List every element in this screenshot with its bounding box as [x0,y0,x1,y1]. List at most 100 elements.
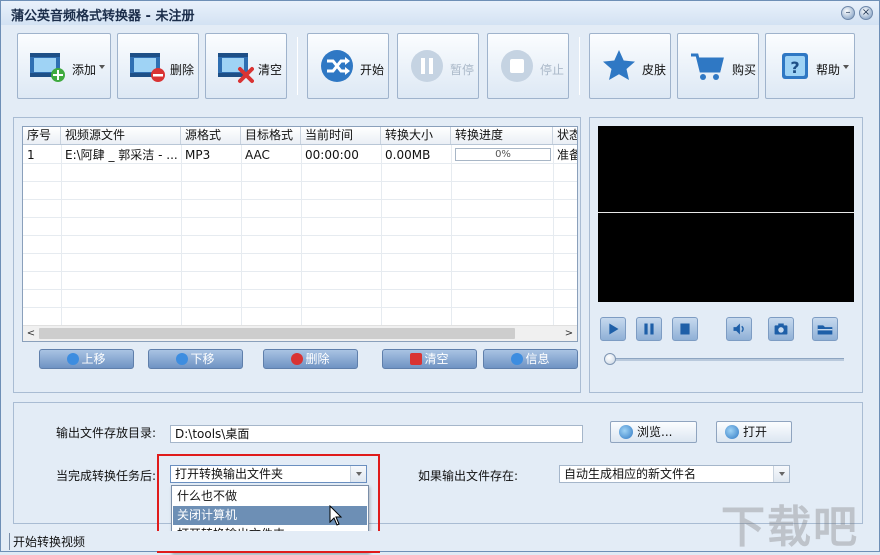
help-button[interactable]: ? 帮助 [765,33,855,99]
skin-button[interactable]: 皮肤 [589,33,671,99]
col-src-format[interactable]: 源格式 [181,127,241,144]
seek-track[interactable] [610,358,844,361]
file-table[interactable]: 序号 视频源文件 源格式 目标格式 当前时间 转换大小 转换进度 状态 1 [22,126,578,342]
col-target-format[interactable]: 目标格式 [241,127,301,144]
table-row-empty [23,236,577,254]
preview-pause-button[interactable] [636,317,662,341]
progress-bar: 0% [455,148,551,161]
col-source[interactable]: 视频源文件 [61,127,181,144]
mouse-cursor-icon [329,505,343,526]
toolbar-divider [297,37,298,95]
horizontal-scrollbar[interactable]: < > [23,325,577,341]
move-up-button[interactable]: 上移 [39,349,134,369]
pause-button[interactable]: 暂停 [397,33,479,99]
move-down-label: 下移 [190,352,215,366]
scroll-left-icon[interactable]: < [24,327,38,341]
table-header: 序号 视频源文件 源格式 目标格式 当前时间 转换大小 转换进度 状态 [23,127,577,145]
toolbar: 添加 删除 清空 开始 暂停 停止 皮肤 购买 ? 帮助 [13,31,865,103]
col-index[interactable]: 序号 [23,127,61,144]
seek-slider[interactable] [604,353,616,365]
watermark-logo: 下载吧 [721,491,859,555]
preview-stop-button[interactable] [672,317,698,341]
scroll-thumb[interactable] [39,328,515,339]
help-icon: ? [782,53,808,79]
list-delete-label: 删除 [305,352,330,366]
clear-video-icon [218,53,254,83]
list-delete-button[interactable]: 删除 [263,349,358,369]
start-label: 开始 [360,63,385,77]
delete-video-icon [130,53,165,82]
pause-label: 暂停 [450,63,475,77]
buy-button[interactable]: 购买 [677,33,759,99]
info-icon [511,353,524,365]
col-status[interactable]: 状态 [553,127,577,144]
pause-icon [411,50,443,82]
cell-status: 准备 [557,148,577,162]
table-row[interactable]: 1 E:\阿肆 _ 郭采洁 - ... MP3 AAC 00:00:00 0.0… [23,146,577,164]
col-progress[interactable]: 转换进度 [451,127,553,144]
table-row-empty [23,218,577,236]
list-clear-button[interactable]: 清空 [382,349,477,369]
clear-label: 清空 [258,63,283,77]
browse-button[interactable]: 浏览... [610,421,697,443]
info-button[interactable]: 信息 [483,349,578,369]
file-exists-label: 如果输出文件存在: [418,469,519,483]
minimize-button[interactable]: – [841,6,855,20]
move-up-label: 上移 [81,352,106,366]
col-size[interactable]: 转换大小 [381,127,451,144]
preview-panel [589,117,863,393]
camera-icon [774,323,788,335]
browse-label: 浏览... [637,425,673,439]
chevron-down-icon[interactable] [773,466,789,482]
open-button[interactable]: 打开 [716,421,792,443]
cell-current-time: 00:00:00 [305,148,359,162]
watermark-text: 下载吧 [721,502,859,553]
star-icon [603,50,635,80]
skin-label: 皮肤 [642,63,667,77]
volume-button[interactable] [726,317,752,341]
cell-size: 0.00MB [385,148,431,162]
start-button[interactable]: 开始 [307,33,389,99]
file-list-panel: 序号 视频源文件 源格式 目标格式 当前时间 转换大小 转换进度 状态 1 [13,117,581,393]
video-preview [598,126,854,302]
table-row-empty [23,308,577,326]
output-dir-label: 输出文件存放目录: [56,426,157,440]
col-current-time[interactable]: 当前时间 [301,127,381,144]
info-label: 信息 [525,352,550,366]
output-dir-field[interactable]: D:\tools\桌面 [170,425,583,443]
browse-icon [619,425,633,439]
delete-label: 删除 [170,63,195,77]
file-exists-select[interactable]: 自动生成相应的新文件名 [559,465,790,483]
delete-button[interactable]: 删除 [117,33,199,99]
list-clear-label: 清空 [424,352,449,366]
minus-icon [291,353,304,365]
svg-text:?: ? [790,58,799,77]
window-title: 蒲公英音频格式转换器 - 未注册 [11,9,195,24]
open-folder-button[interactable] [812,317,838,341]
table-row-empty [23,254,577,272]
video-divider [598,212,854,213]
snapshot-button[interactable] [768,317,794,341]
status-text: 开始转换视频 [9,533,85,550]
help-dropdown-icon [843,65,849,69]
add-label: 添加 [72,63,97,77]
stop-button[interactable]: 停止 [487,33,569,99]
up-arrow-icon [67,353,80,365]
pause-icon [644,323,654,335]
close-icon[interactable]: × [859,6,873,20]
table-row-empty [23,290,577,308]
cell-src-format: MP3 [185,148,211,162]
table-row-empty [23,200,577,218]
help-label: 帮助 [816,63,841,77]
stop-label: 停止 [540,63,565,77]
title-bar: 蒲公英音频格式转换器 - 未注册 – × [1,1,879,25]
clear-button[interactable]: 清空 [205,33,287,99]
after-task-label: 当完成转换任务后: [56,469,157,483]
add-button[interactable]: 添加 [17,33,111,99]
table-row-empty [23,182,577,200]
speaker-icon [733,323,744,335]
play-button[interactable] [600,317,626,341]
cell-progress: 0% [451,146,553,163]
move-down-button[interactable]: 下移 [148,349,243,369]
scroll-right-icon[interactable]: > [562,327,576,341]
